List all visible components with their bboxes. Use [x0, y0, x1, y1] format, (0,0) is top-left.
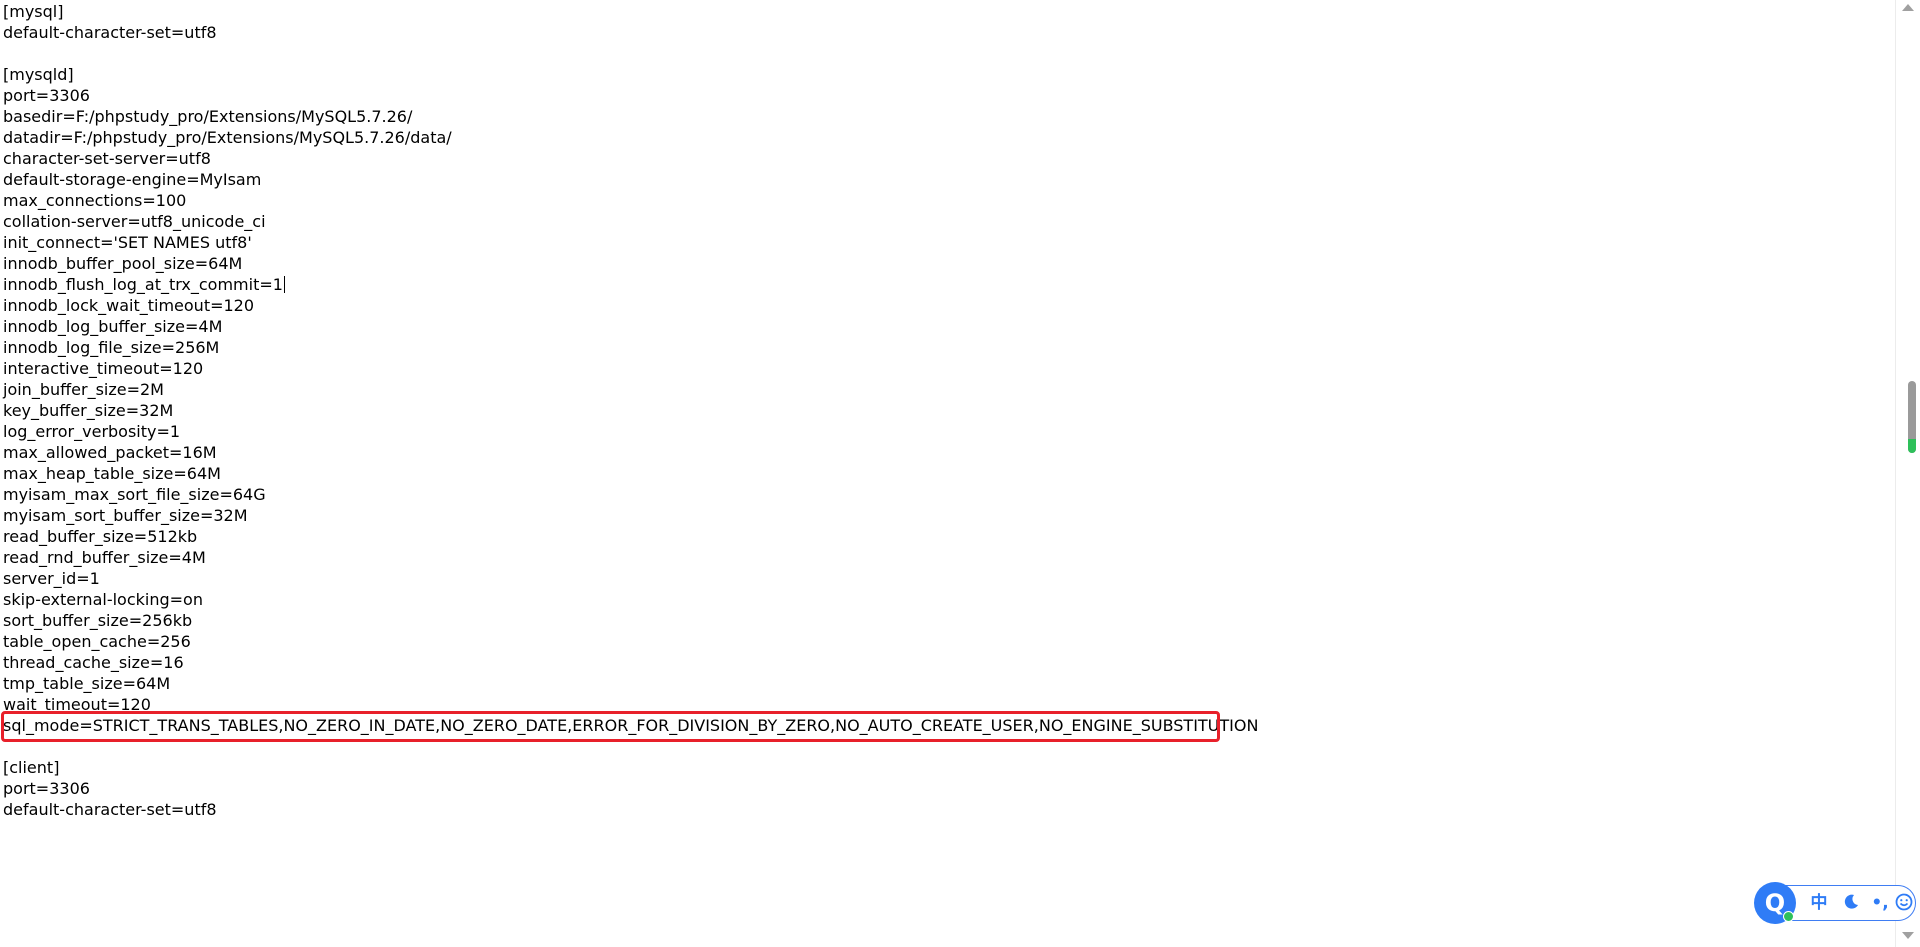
- editor-line[interactable]: myisam_sort_buffer_size=32M: [3, 505, 1258, 526]
- editor-line[interactable]: sql_mode=STRICT_TRANS_TABLES,NO_ZERO_IN_…: [3, 715, 1258, 736]
- editor-line-text: basedir=F:/phpstudy_pro/Extensions/MySQL…: [3, 107, 413, 126]
- editor-line-text: max_connections=100: [3, 191, 187, 210]
- editor-line[interactable]: [3, 43, 1258, 64]
- text-content[interactable]: [mysql] default-character-set=utf8 [mysqld…: [3, 1, 1258, 820]
- editor-line-text: collation-server=utf8_unicode_ci: [3, 212, 266, 231]
- editor-line[interactable]: tmp_table_size=64M: [3, 673, 1258, 694]
- editor-line[interactable]: max_allowed_packet=16M: [3, 442, 1258, 463]
- editor-line[interactable]: collation-server=utf8_unicode_ci: [3, 211, 1258, 232]
- editor-line[interactable]: default-character-set=utf8: [3, 22, 1258, 43]
- editor-line-text: init_connect='SET NAMES utf8': [3, 233, 252, 252]
- editor-line[interactable]: character-set-server=utf8: [3, 148, 1258, 169]
- editor-line[interactable]: read_rnd_buffer_size=4M: [3, 547, 1258, 568]
- editor-line-text: wait_timeout=120: [3, 695, 151, 714]
- editor-line-text: innodb_buffer_pool_size=64M: [3, 254, 243, 273]
- editor-line-text: myisam_sort_buffer_size=32M: [3, 506, 248, 525]
- editor-line-text: innodb_flush_log_at_trx_commit=1: [3, 275, 283, 294]
- editor-line-text: key_buffer_size=32M: [3, 401, 174, 420]
- scroll-up-arrow-icon[interactable]: [1902, 4, 1914, 11]
- editor-line[interactable]: port=3306: [3, 778, 1258, 799]
- editor-line-text: table_open_cache=256: [3, 632, 191, 651]
- scroll-thumb[interactable]: [1908, 381, 1916, 453]
- editor-line-text: myisam_max_sort_file_size=64G: [3, 485, 266, 504]
- editor-line[interactable]: port=3306: [3, 85, 1258, 106]
- editor-line[interactable]: [client]: [3, 757, 1258, 778]
- editor-line-text: innodb_log_file_size=256M: [3, 338, 220, 357]
- editor-line-text: innodb_lock_wait_timeout=120: [3, 296, 255, 315]
- editor-line[interactable]: table_open_cache=256: [3, 631, 1258, 652]
- editor-line[interactable]: [mysql]: [3, 1, 1258, 22]
- editor-line-text: read_rnd_buffer_size=4M: [3, 548, 206, 567]
- text-caret: [283, 276, 285, 293]
- editor-line-text: [mysqld]: [3, 65, 74, 84]
- editor-line-text: [mysql]: [3, 2, 64, 21]
- emoji-icon[interactable]: [1893, 886, 1915, 920]
- scroll-thumb-indicator: [1908, 439, 1916, 453]
- editor-line-text: default-storage-engine=MyIsam: [3, 170, 262, 189]
- editor-line[interactable]: read_buffer_size=512kb: [3, 526, 1258, 547]
- editor-line-text: sql_mode=STRICT_TRANS_TABLES,NO_ZERO_IN_…: [3, 716, 1259, 735]
- vertical-scrollbar[interactable]: [1895, 0, 1920, 947]
- ime-punctuation-toggle[interactable]: •,: [1869, 886, 1891, 920]
- ime-status-dot: [1783, 911, 1794, 922]
- editor-line[interactable]: init_connect='SET NAMES utf8': [3, 232, 1258, 253]
- editor-line-text: [client]: [3, 758, 60, 777]
- editor-line-text: max_heap_table_size=64M: [3, 464, 221, 483]
- editor-line[interactable]: skip-external-locking=on: [3, 589, 1258, 610]
- editor-line[interactable]: server_id=1: [3, 568, 1258, 589]
- editor-line[interactable]: thread_cache_size=16: [3, 652, 1258, 673]
- editor-line-text: port=3306: [3, 86, 90, 105]
- editor-line[interactable]: [3, 736, 1258, 757]
- sogou-logo-icon[interactable]: Q: [1754, 882, 1796, 924]
- editor-line[interactable]: [mysqld]: [3, 64, 1258, 85]
- editor-line[interactable]: default-character-set=utf8: [3, 799, 1258, 820]
- editor-line[interactable]: innodb_buffer_pool_size=64M: [3, 253, 1258, 274]
- editor-line[interactable]: innodb_log_buffer_size=4M: [3, 316, 1258, 337]
- editor-line-text: innodb_log_buffer_size=4M: [3, 317, 223, 336]
- editor-line-text: skip-external-locking=on: [3, 590, 203, 609]
- editor-line[interactable]: log_error_verbosity=1: [3, 421, 1258, 442]
- editor-line-text: port=3306: [3, 779, 90, 798]
- editor-line-text: datadir=F:/phpstudy_pro/Extensions/MySQL…: [3, 128, 452, 147]
- editor-line-text: log_error_verbosity=1: [3, 422, 181, 441]
- editor-line[interactable]: sort_buffer_size=256kb: [3, 610, 1258, 631]
- editor-line[interactable]: innodb_log_file_size=256M: [3, 337, 1258, 358]
- text-editor[interactable]: [mysql] default-character-set=utf8 [mysqld…: [0, 0, 1895, 947]
- editor-line-text: thread_cache_size=16: [3, 653, 184, 672]
- editor-line[interactable]: innodb_flush_log_at_trx_commit=1: [3, 274, 1258, 295]
- ime-language-toggle[interactable]: 中: [1807, 886, 1831, 920]
- editor-line[interactable]: default-storage-engine=MyIsam: [3, 169, 1258, 190]
- editor-line[interactable]: basedir=F:/phpstudy_pro/Extensions/MySQL…: [3, 106, 1258, 127]
- editor-line-text: default-character-set=utf8: [3, 800, 217, 819]
- editor-line[interactable]: wait_timeout=120: [3, 694, 1258, 715]
- editor-line[interactable]: interactive_timeout=120: [3, 358, 1258, 379]
- editor-line[interactable]: join_buffer_size=2M: [3, 379, 1258, 400]
- editor-line[interactable]: max_heap_table_size=64M: [3, 463, 1258, 484]
- editor-line-text: server_id=1: [3, 569, 100, 588]
- editor-line-text: tmp_table_size=64M: [3, 674, 171, 693]
- editor-line-text: join_buffer_size=2M: [3, 380, 164, 399]
- editor-line[interactable]: key_buffer_size=32M: [3, 400, 1258, 421]
- scroll-down-arrow-icon[interactable]: [1902, 932, 1914, 939]
- editor-line[interactable]: max_connections=100: [3, 190, 1258, 211]
- editor-line-text: sort_buffer_size=256kb: [3, 611, 193, 630]
- editor-line[interactable]: myisam_max_sort_file_size=64G: [3, 484, 1258, 505]
- moon-icon[interactable]: [1839, 886, 1863, 920]
- editor-line[interactable]: datadir=F:/phpstudy_pro/Extensions/MySQL…: [3, 127, 1258, 148]
- editor-line-text: character-set-server=utf8: [3, 149, 211, 168]
- editor-line-text: read_buffer_size=512kb: [3, 527, 198, 546]
- editor-line-text: default-character-set=utf8: [3, 23, 217, 42]
- editor-line-text: max_allowed_packet=16M: [3, 443, 217, 462]
- editor-line-text: interactive_timeout=120: [3, 359, 204, 378]
- editor-line[interactable]: innodb_lock_wait_timeout=120: [3, 295, 1258, 316]
